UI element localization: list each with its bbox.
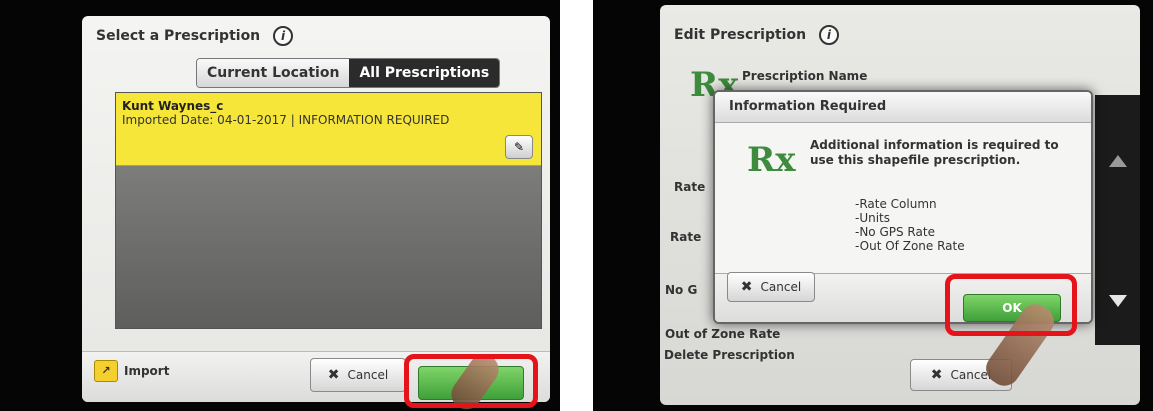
left-photo: Select a Prescription i Current Location… — [0, 0, 560, 411]
prescription-name: Kunt Waynes_c — [122, 99, 224, 113]
cancel-label: Cancel — [347, 368, 389, 382]
import-button[interactable]: ↗ Import — [94, 360, 169, 382]
scrollbar[interactable] — [1095, 95, 1140, 345]
scroll-down-arrow-icon[interactable] — [1109, 295, 1127, 307]
rate-label-2: Rate — [670, 230, 702, 244]
missing-fields-list: -Rate Column -Units -No GPS Rate -Out Of… — [855, 197, 965, 253]
info-icon[interactable]: i — [273, 26, 294, 46]
cancel-label: Cancel — [760, 280, 802, 294]
list-item: -Out Of Zone Rate — [855, 239, 965, 253]
callout-highlight — [945, 274, 1077, 336]
scroll-up-arrow-icon[interactable] — [1109, 155, 1127, 167]
prescription-subtitle: Imported Date: 04-01-2017 | INFORMATION … — [122, 113, 450, 127]
prescription-name-label: Prescription Name — [742, 69, 868, 83]
tab-current-location[interactable]: Current Location — [197, 59, 350, 87]
page-title: Select a Prescription i — [96, 26, 294, 46]
out-of-zone-label: Out of Zone Rate — [665, 327, 781, 341]
rx-icon: Rx — [747, 140, 796, 180]
import-arrow-icon: ↗ — [94, 360, 118, 382]
location-tabs: Current Location All Prescriptions — [196, 58, 501, 88]
list-item: -Rate Column — [855, 197, 937, 211]
rate-label-1: Rate — [674, 180, 706, 194]
list-item: -No GPS Rate — [855, 225, 935, 239]
right-photo: Edit Prescription i Rx Prescription Name… — [593, 0, 1153, 411]
select-prescription-screen: Select a Prescription i Current Location… — [82, 16, 550, 402]
no-gps-label: No G — [665, 283, 698, 297]
x-icon: ✖ — [930, 367, 943, 383]
info-icon[interactable]: i — [818, 25, 839, 45]
page-title: Edit Prescription i — [674, 25, 839, 45]
delete-prescription-button[interactable]: 🗑 Delete Prescription — [660, 344, 795, 366]
cancel-button[interactable]: ✖ Cancel — [310, 358, 406, 392]
x-icon: ✖ — [327, 367, 340, 383]
list-item: -Units — [855, 211, 891, 225]
prescription-list: Kunt Waynes_c Imported Date: 04-01-2017 … — [115, 92, 542, 329]
import-label: Import — [124, 364, 170, 378]
title-text: Select a Prescription — [96, 28, 261, 44]
title-text: Edit Prescription — [674, 27, 807, 43]
delete-label: Delete Prescription — [664, 348, 795, 362]
tab-all-prescriptions[interactable]: All Prescriptions — [349, 59, 500, 87]
dialog-cancel-button[interactable]: ✖ Cancel — [727, 272, 815, 302]
dialog-message: Additional information is required to us… — [810, 138, 1059, 167]
dialog-title: Information Required — [715, 92, 1091, 123]
edit-pencil-icon[interactable]: ✎ — [505, 135, 533, 159]
callout-highlight — [404, 354, 538, 408]
list-item[interactable]: Kunt Waynes_c Imported Date: 04-01-2017 … — [116, 93, 541, 166]
x-icon: ✖ — [740, 279, 753, 295]
